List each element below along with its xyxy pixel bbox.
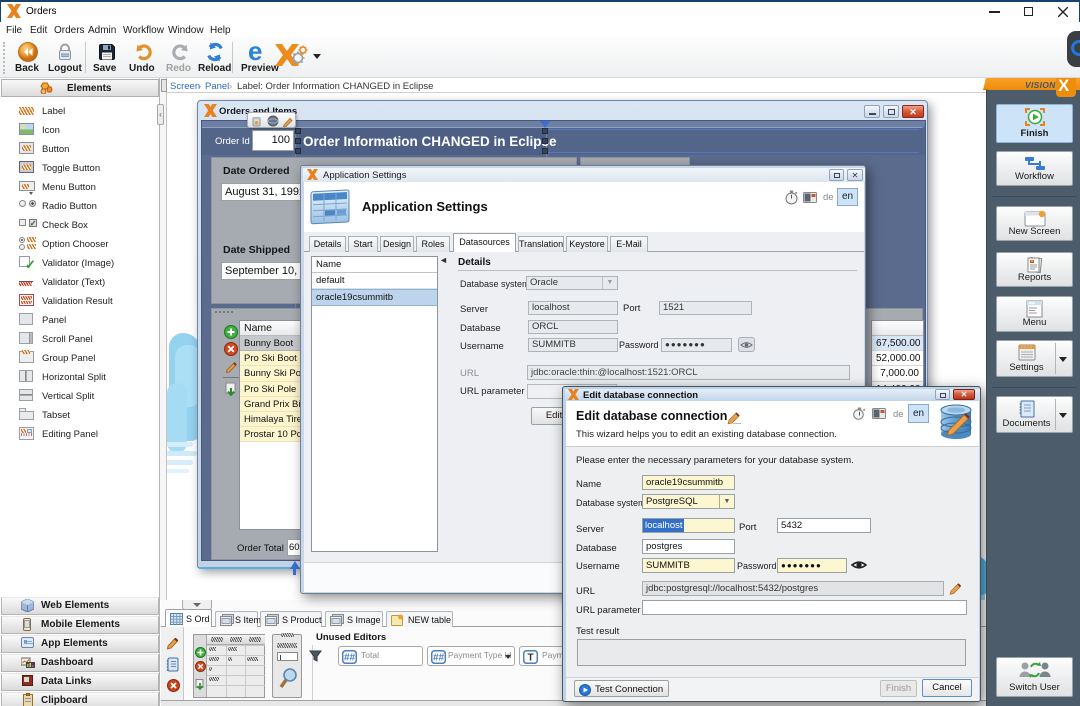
svg-text:##: ##: [433, 652, 445, 663]
svg-text:##: ##: [344, 652, 356, 663]
svg-text:T: T: [527, 652, 533, 663]
